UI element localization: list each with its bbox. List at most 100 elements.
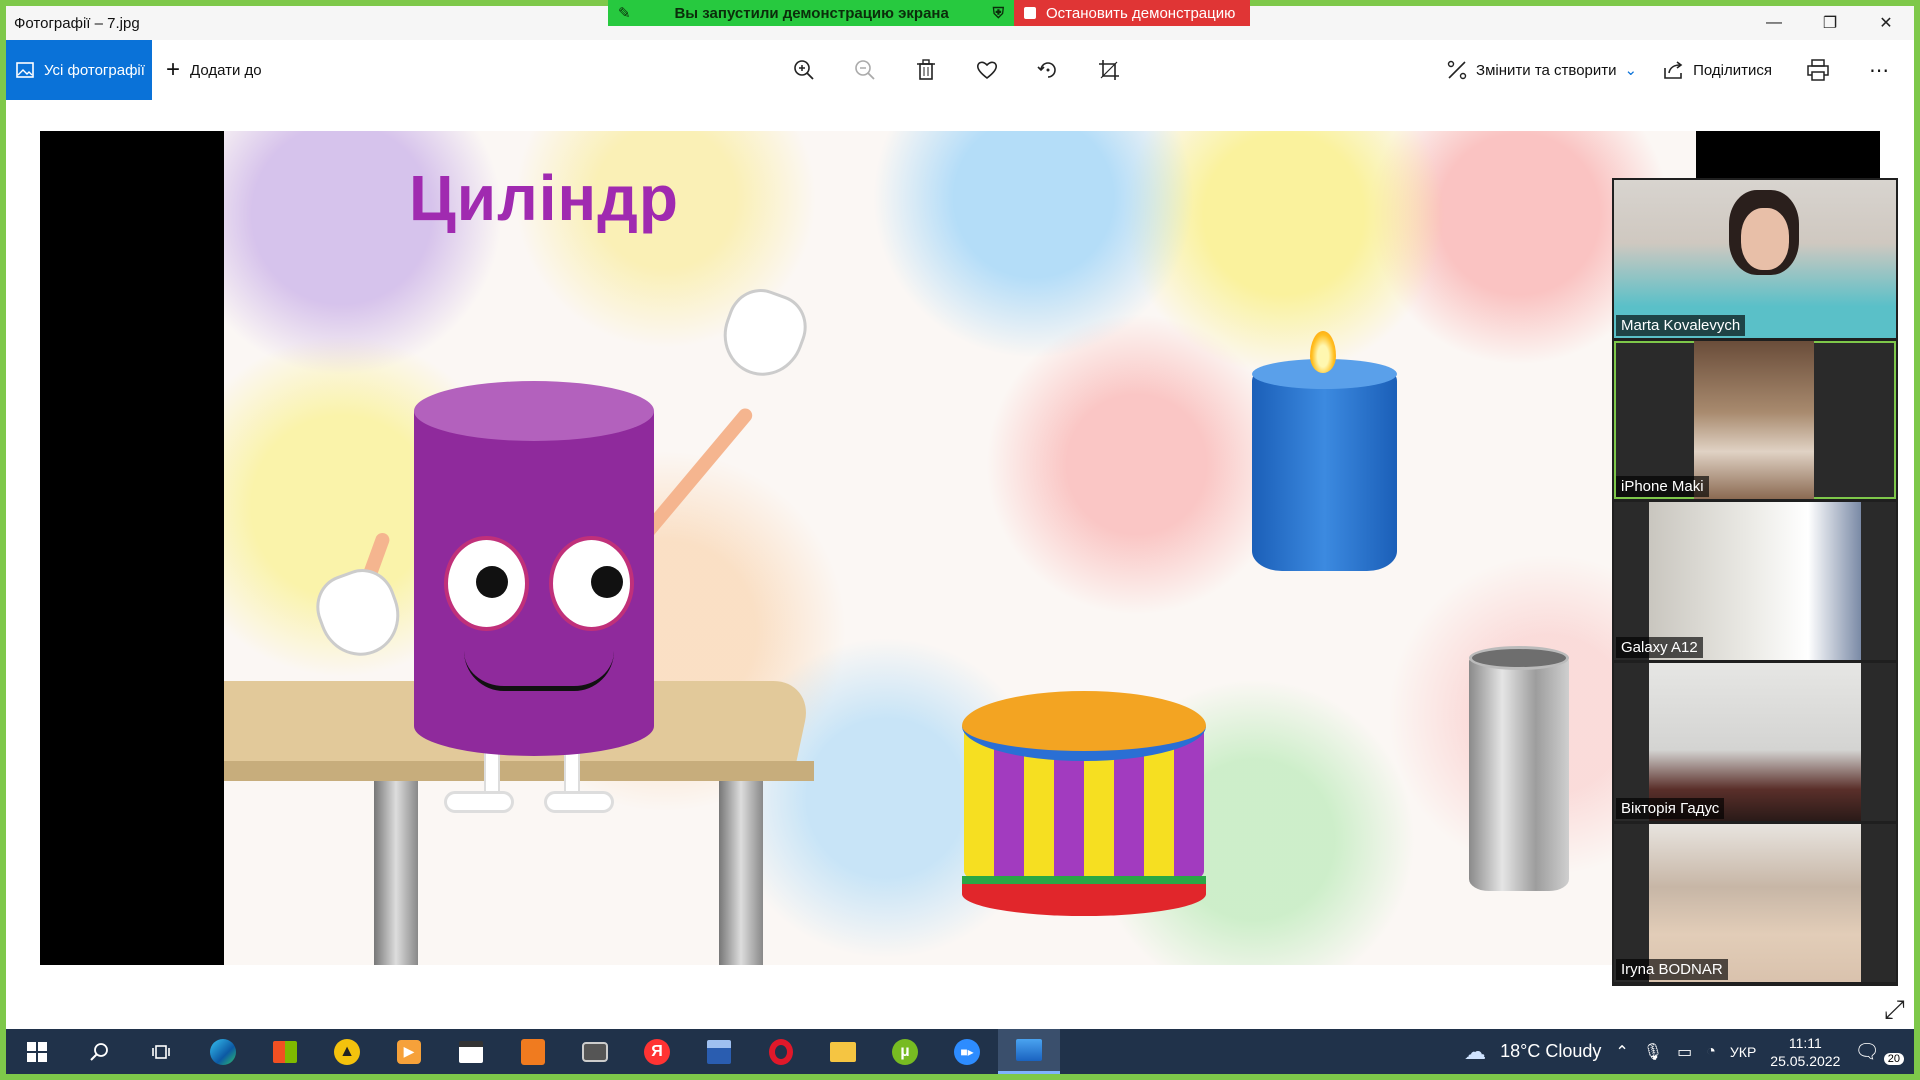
candle-flame [1310,331,1336,373]
video-feed [1694,341,1814,499]
add-to-button[interactable]: + Додати до [166,40,262,100]
character-eye [549,536,634,631]
character-mouth [464,651,614,691]
zoom-out-icon[interactable] [849,55,880,86]
search-icon[interactable] [68,1029,130,1074]
notification-badge: 20 [1883,1052,1904,1065]
share-button[interactable]: Поділитися [1663,60,1772,80]
all-photos-button[interactable]: Усі фотографії [6,40,152,100]
task-view-icon[interactable] [130,1029,192,1074]
participant-tile[interactable]: Marta Kovalevych [1614,180,1896,338]
windows-start-icon[interactable] [6,1029,68,1074]
slide-title: Циліндр [409,162,679,234]
participants-panel: Marta Kovalevych iPhone Maki Galaxy A12 … [1612,178,1898,986]
cylinder-character-top [414,381,654,441]
close-button[interactable]: ✕ [1858,6,1914,40]
image-viewer[interactable]: Циліндр [40,131,1880,965]
photo-gallery-icon [16,62,34,78]
battery-icon[interactable]: ▭ [1677,1042,1692,1062]
utorrent-icon[interactable]: µ [874,1029,936,1074]
image-tools [788,40,1124,100]
glove-hand [306,559,412,668]
weather-text[interactable]: 18°C Cloudy [1500,1041,1601,1062]
rotate-icon[interactable] [1032,55,1063,86]
participant-name: iPhone Maki [1616,476,1709,497]
edit-create-icon [1447,60,1467,80]
person-face [1741,208,1789,270]
window-title: Фотографії – 7.jpg [14,14,140,32]
photos-app-icon[interactable] [998,1029,1060,1074]
opera-browser-icon[interactable] [750,1029,812,1074]
microphone-icon[interactable]: 🎙 [1643,1042,1663,1062]
clock-date: 25.05.2022 [1770,1052,1841,1069]
save-disk-icon[interactable] [688,1029,750,1074]
minimize-button[interactable]: — [1746,6,1802,40]
metal-pipe [1469,656,1569,891]
candle [1252,371,1397,571]
character-eye [444,536,529,631]
clock-time: 11:11 [1788,1034,1822,1051]
participant-name: Marta Kovalevych [1616,315,1746,336]
zoom-in-icon[interactable] [788,55,819,86]
edge-browser-icon[interactable] [192,1029,254,1074]
stop-share-button[interactable]: Остановить демонстрацию [1014,0,1250,26]
participant-name: Galaxy A12 [1616,637,1703,658]
glove-hand [711,279,817,388]
share-status-text: Вы запустили демонстрацию экрана [674,4,949,22]
print-icon[interactable] [1798,59,1838,81]
file-explorer-icon[interactable] [812,1029,874,1074]
pen-icon[interactable]: ✎ [618,4,631,22]
video-editor-icon[interactable] [440,1029,502,1074]
yandex-browser-icon[interactable]: Я [626,1029,688,1074]
camera-app-icon[interactable] [564,1029,626,1074]
clock[interactable]: 11:11 25.05.2022 [1770,1034,1840,1070]
zoom-app-icon[interactable]: ■▸ [936,1029,998,1074]
yellow-triangle-app-icon[interactable]: ▲ [316,1029,378,1074]
drum-rim [962,876,1206,916]
share-icon [1664,61,1683,79]
media-player-icon[interactable]: ▶ [378,1029,440,1074]
system-tray: ☁ 18°C Cloudy ⌃ 🎙 ▭ ◔ УКР 11:11 25.05.20… [1464,1029,1914,1074]
pdf-app-icon[interactable] [502,1029,564,1074]
share-status: ✎ Вы запустили демонстрацию экрана ⛨ [608,0,1014,26]
delete-icon[interactable] [910,55,941,86]
taskbar-apps: ▲ ▶ Я µ ■▸ [6,1029,1060,1074]
participant-tile[interactable]: Iryna BODNAR [1614,824,1896,982]
screen-share-banner: ✎ Вы запустили демонстрацию экрана ⛨ Ост… [608,0,1250,26]
slide-image: Циліндр [224,131,1696,965]
more-options-button[interactable]: ⋯ [1864,58,1894,83]
character-foot [444,791,514,813]
taskbar: ▲ ▶ Я µ ■▸ ☁ 18°C Cloudy ⌃ 🎙 ▭ ◔ УКР 11:… [6,1029,1914,1074]
edit-create-label: Змінити та створити [1476,61,1617,79]
all-photos-label: Усі фотографії [44,61,145,79]
expand-icon[interactable]: ⤢ [1884,994,1905,1026]
wifi-icon[interactable]: ◔ [1706,1043,1716,1061]
edit-create-button[interactable]: Змінити та створити ⌄ [1446,59,1637,81]
character-foot [544,791,614,813]
toolbar: Усі фотографії + Додати до Змінити та ст… [6,40,1914,100]
language-indicator[interactable]: УКР [1730,1044,1756,1060]
participant-tile[interactable]: Вікторія Гадус [1614,663,1896,821]
microsoft-store-icon[interactable] [254,1029,316,1074]
plus-icon: + [166,56,181,83]
table-edge [224,761,814,781]
shield-icon: ⛨ [992,4,1004,22]
stop-icon [1024,7,1036,19]
maximize-button[interactable]: ❐ [1802,6,1858,40]
crop-icon[interactable] [1093,55,1124,86]
participant-name: Вікторія Гадус [1616,798,1725,819]
participant-tile[interactable]: Galaxy A12 [1614,502,1896,660]
chevron-up-icon[interactable]: ⌃ [1615,1042,1628,1062]
add-to-label: Додати до [190,61,262,79]
photos-app-window: Фотографії – 7.jpg — ❐ ✕ Усі фотографії … [6,6,1914,1029]
share-label: Поділитися [1693,61,1772,79]
window-controls: — ❐ ✕ [1746,6,1914,40]
notification-icon[interactable]: 🗨 [1854,1039,1879,1064]
favorite-heart-icon[interactable] [971,55,1002,86]
weather-cloud-icon[interactable]: ☁ [1464,1039,1486,1065]
table-leg [374,781,418,965]
participant-name: Iryna BODNAR [1616,959,1728,980]
stop-share-label: Остановить демонстрацию [1046,4,1236,22]
participant-tile[interactable]: iPhone Maki [1614,341,1896,499]
right-toolbar: Змінити та створити ⌄ Поділитися ⋯ [1446,40,1894,100]
